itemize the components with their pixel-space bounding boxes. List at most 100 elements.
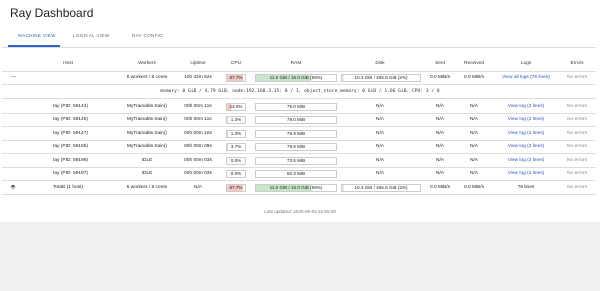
header-cpu: CPU [230, 61, 242, 66]
tab-divider [2, 47, 596, 48]
worker-view-log-link[interactable]: View log (2 lines) [508, 104, 544, 109]
totals-ram-value: 11.0 GiB / 16.0 GiB (69%) [269, 185, 323, 190]
dashboard-card: Ray Dashboard MACHINE VIEW LOGICAL VIEW … [0, 0, 600, 222]
row-divider [2, 166, 596, 168]
node-workers: 6 workers / 8 cores [126, 75, 168, 80]
worker-errors: No errors [567, 144, 587, 150]
tab-bar: MACHINE VIEW LOGICAL VIEW RAY CONFIG [0, 33, 600, 47]
worker-disk: N/A [376, 117, 384, 123]
memory-divider [2, 98, 596, 99]
worker-errors: No errors [567, 130, 587, 136]
memory-summary: memory: 0 GiB / 4.79 GiB, node:192.168.3… [160, 89, 440, 94]
worker-view-log-link[interactable]: View log (2 lines) [508, 131, 544, 136]
collapse-node-button[interactable]: — [11, 74, 16, 80]
worker-cpu-value: 3.7% [230, 144, 242, 150]
worker-ram-value: 79.0 MiB [286, 117, 306, 123]
worker-received: N/A [470, 157, 478, 163]
worker-sent: N/A [436, 144, 444, 150]
worker-uptime: 00h 00m 03s [184, 157, 212, 163]
worker-received: N/A [470, 104, 478, 109]
header-divider [2, 71, 596, 72]
totals-sent: 0.0 MiB/s [430, 185, 450, 190]
worker-errors: No errors [567, 104, 587, 109]
totals-divider [2, 194, 596, 195]
worker-cpu-bar: 0.0% [226, 170, 246, 178]
worker-task: IDLE [141, 157, 153, 163]
worker-cpu-value: 1.3% [230, 130, 242, 136]
worker-cpu-bar: 1.3% [226, 116, 246, 125]
totals-cpu-bar: 87.7% [226, 184, 246, 192]
worker-view-log-link[interactable]: View log (2 lines) [508, 171, 544, 176]
worker-sent: N/A [436, 117, 444, 123]
worker-uptime: 00h 00m 03s [184, 171, 212, 176]
node-uptime: 10h 42m 52s [184, 75, 212, 80]
worker-host: ray (PID: 59155) [52, 144, 88, 150]
worker-host: ray (PID: 59197) [52, 171, 88, 176]
worker-cpu-bar: 23.0% [226, 103, 246, 111]
row-divider [2, 180, 596, 181]
worker-received: N/A [470, 130, 478, 136]
worker-task: MyTrainable.train() [126, 117, 168, 123]
worker-host: ray (PID: 59147) [52, 130, 88, 136]
layers-icon[interactable] [10, 184, 16, 190]
worker-host: ray (PID: 59145) [52, 117, 88, 123]
node-disk-value: 10.4 GiB / 465.6 GiB (2%) [354, 75, 408, 80]
worker-task: MyTrainable.train() [126, 144, 168, 150]
worker-sent: N/A [436, 157, 444, 163]
page: Ray Dashboard MACHINE VIEW LOGICAL VIEW … [0, 0, 600, 291]
node-errors: No errors [567, 75, 587, 80]
worker-uptime: 00h 00m 09s [184, 144, 212, 150]
header-sent: Sent [435, 61, 445, 66]
worker-ram-value: 79.0 MiB [286, 104, 306, 109]
header-uptime: Uptime [190, 61, 206, 66]
node-ram-bar: 11.0 GiB / 16.0 GiB (69%) [255, 74, 337, 82]
worker-errors: No errors [567, 157, 587, 163]
worker-view-log-link[interactable]: View log (2 lines) [508, 144, 544, 149]
worker-ram-box: 78.9 MiB [255, 129, 337, 138]
worker-ram-box: 73.5 MiB [255, 156, 337, 165]
worker-sent: N/A [436, 130, 444, 136]
worker-sent: N/A [436, 104, 444, 109]
totals-disk-bar: 10.4 GiB / 465.6 GiB (2%) [341, 184, 421, 192]
worker-cpu-value: 0.0% [230, 171, 242, 176]
worker-view-log-link[interactable]: View log (2 lines) [508, 117, 544, 122]
header-disk: Disk [375, 61, 385, 66]
worker-errors: No errors [567, 117, 587, 123]
worker-ram-value: 78.9 MiB [286, 130, 306, 136]
worker-ram-box: 79.0 MiB [255, 116, 337, 125]
worker-view-log-link[interactable]: View log (2 lines) [508, 158, 544, 163]
worker-cpu-bar: 1.3% [226, 129, 246, 138]
worker-received: N/A [470, 171, 478, 176]
worker-uptime: 00h 00m 11s [184, 104, 212, 109]
header-workers: Workers [138, 61, 156, 66]
app-title: Ray Dashboard [10, 6, 94, 20]
worker-host: ray (PID: 59144) [52, 104, 88, 109]
worker-disk: N/A [376, 104, 384, 109]
header-logs: Logs [520, 61, 532, 66]
worker-cpu-value: 1.3% [230, 117, 242, 123]
tab-ray-config[interactable]: RAY CONFIG [132, 33, 163, 38]
worker-received: N/A [470, 117, 478, 123]
node-cpu-bar: 87.7% [226, 74, 246, 82]
worker-uptime: 00h 00m 11s [184, 117, 212, 123]
tab-machine-view[interactable]: MACHINE VIEW [18, 33, 56, 38]
tab-logical-view[interactable]: LOGICAL VIEW [73, 33, 109, 38]
worker-cpu-value: 23.0% [229, 104, 243, 109]
worker-ram-value: 78.9 MiB [286, 144, 306, 150]
totals-host: Totals (1 host) [52, 185, 84, 190]
worker-ram-value: 73.5 MiB [286, 157, 306, 163]
worker-disk: N/A [376, 130, 384, 136]
worker-received: N/A [470, 144, 478, 150]
totals-workers: 6 workers / 8 cores [126, 185, 168, 190]
worker-ram-box: 79.0 MiB [255, 103, 337, 111]
node-view-all-logs-link[interactable]: View all logs (76 lines) [502, 75, 550, 80]
header-errors: Errors [570, 61, 584, 66]
totals-errors: No errors [567, 185, 587, 190]
worker-disk: N/A [376, 157, 384, 163]
worker-disk: N/A [376, 144, 384, 150]
worker-cpu-bar: 0.0% [226, 156, 246, 165]
row-divider [2, 126, 596, 128]
worker-cpu-bar: 3.7% [226, 143, 246, 152]
row-divider [2, 113, 596, 114]
totals-cpu-value: 87.7% [229, 185, 243, 190]
